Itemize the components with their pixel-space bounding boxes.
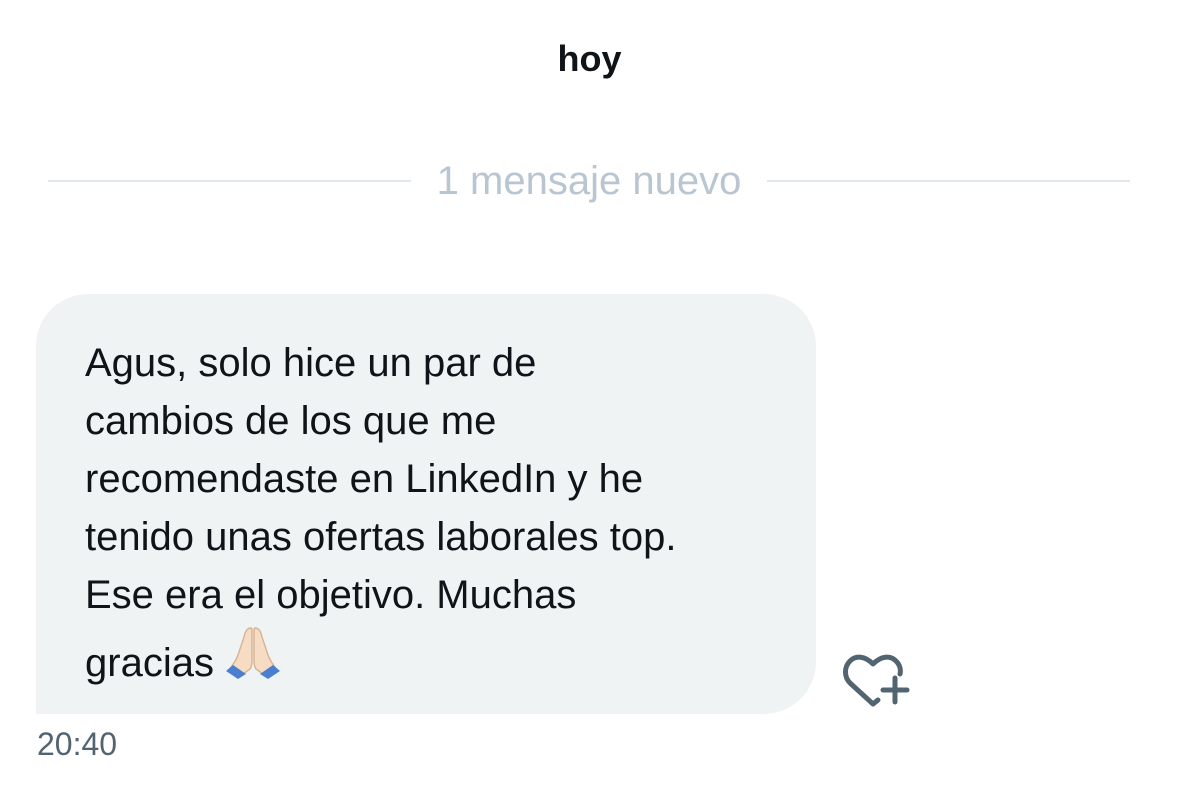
divider-line-left (48, 180, 411, 182)
date-header: hoy (557, 38, 622, 79)
message-line: tenido unas ofertas laborales top. (85, 515, 677, 559)
heart-plus-icon (843, 654, 910, 707)
folded-hands-emoji (224, 624, 282, 698)
message-line: recomendaste en LinkedIn y he (85, 457, 644, 501)
add-reaction-button[interactable] (842, 650, 910, 708)
message-bubble[interactable]: Agus, solo hice un par de cambios de los … (36, 294, 816, 714)
message-line: gracias (85, 641, 214, 685)
message-line: Agus, solo hice un par de (85, 341, 537, 385)
message-timestamp: 20:40 (37, 726, 118, 762)
new-messages-label: 1 mensaje nuevo (436, 159, 742, 203)
divider-line-right (767, 180, 1130, 182)
message-line: cambios de los que me (85, 399, 497, 443)
message-text: Agus, solo hice un par de cambios de los … (85, 334, 776, 698)
new-messages-divider: 1 mensaje nuevo (48, 156, 1130, 206)
message-line: Ese era el objetivo. Muchas (85, 573, 577, 617)
